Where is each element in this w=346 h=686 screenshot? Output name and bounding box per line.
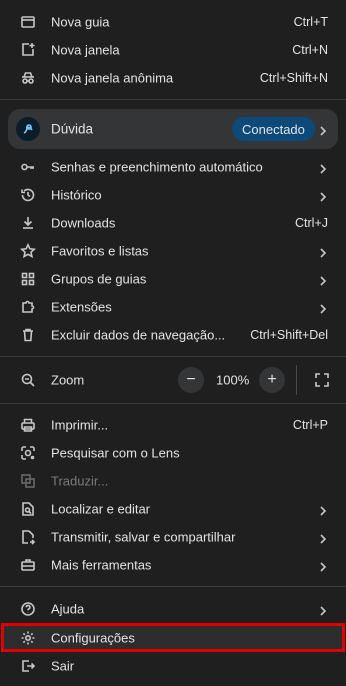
history-label: Histórico [51, 187, 102, 203]
chevron-right-icon [318, 560, 328, 572]
lens-label: Pesquisar com o Lens [51, 445, 180, 461]
zoom-value: 100% [216, 372, 250, 388]
profile-name: Dúvida [51, 121, 94, 137]
separator [0, 99, 346, 100]
print-shortcut: Ctrl+P [292, 418, 328, 432]
translate-label: Traduzir... [51, 473, 109, 489]
menu-item-zoom: Zoom − 100% + [0, 365, 346, 395]
incognito-icon [20, 70, 36, 86]
translate-icon [20, 473, 36, 489]
trash-icon [20, 327, 36, 343]
zoom-divider [296, 365, 297, 395]
find-page-icon [20, 501, 36, 517]
menu-item-tab-groups[interactable]: Grupos de guias [0, 265, 346, 293]
exit-icon [20, 658, 36, 674]
new-tab-icon [20, 14, 36, 30]
chevron-right-icon [318, 604, 328, 616]
clear-data-shortcut: Ctrl+Shift+Del [250, 328, 328, 342]
connected-badge: Conectado [232, 117, 315, 141]
extensions-label: Extensões [51, 299, 112, 315]
menu-item-print[interactable]: Imprimir... Ctrl+P [0, 411, 346, 439]
bookmarks-label: Favoritos e listas [51, 243, 149, 259]
zoom-in-button[interactable]: + [259, 367, 285, 393]
menu-item-history[interactable]: Histórico [0, 181, 346, 209]
menu-item-clear-data[interactable]: Excluir dados de navegação... Ctrl+Shift… [0, 321, 346, 349]
menu-item-translate: Traduzir... [0, 467, 346, 495]
separator [0, 356, 346, 357]
chevron-right-icon [318, 246, 328, 258]
separator [0, 403, 346, 404]
menu-item-incognito[interactable]: Nova janela anônima Ctrl+Shift+N [0, 64, 346, 92]
help-icon [20, 601, 36, 617]
star-icon [20, 243, 36, 259]
share-page-icon [20, 529, 36, 545]
chevron-right-icon [318, 124, 328, 136]
help-label: Ajuda [51, 601, 85, 617]
menu-item-new-window[interactable]: Nova janela Ctrl+N [0, 36, 346, 64]
profile-row[interactable]: Dúvida Conectado [8, 109, 338, 149]
menu-item-more-tools[interactable]: Mais ferramentas [0, 551, 346, 579]
chevron-right-icon [318, 190, 328, 202]
cast-save-share-label: Transmitir, salvar e compartilhar [51, 529, 236, 545]
chevron-right-icon [318, 162, 328, 174]
download-icon [20, 215, 36, 231]
new-tab-label: Nova guia [51, 14, 110, 30]
history-icon [20, 187, 36, 203]
gear-icon [20, 630, 36, 646]
settings-label: Configurações [51, 630, 135, 646]
menu-item-settings[interactable]: Configurações [0, 624, 346, 652]
zoom-out-button[interactable]: − [178, 367, 204, 393]
fullscreen-icon[interactable] [314, 372, 330, 388]
zoom-label: Zoom [51, 372, 85, 388]
menu-item-extensions[interactable]: Extensões [0, 293, 346, 321]
new-tab-shortcut: Ctrl+T [293, 15, 328, 29]
profile-avatar-icon [16, 117, 40, 141]
more-tools-label: Mais ferramentas [51, 557, 152, 573]
new-window-label: Nova janela [51, 42, 120, 58]
menu-item-bookmarks[interactable]: Favoritos e listas [0, 237, 346, 265]
menu-item-downloads[interactable]: Downloads Ctrl+J [0, 209, 346, 237]
new-window-shortcut: Ctrl+N [292, 43, 328, 57]
downloads-shortcut: Ctrl+J [295, 216, 328, 230]
menu-item-cast-save-share[interactable]: Transmitir, salvar e compartilhar [0, 523, 346, 551]
new-window-icon [20, 42, 36, 58]
passwords-label: Senhas e preenchimento automático [51, 159, 263, 175]
menu-item-exit[interactable]: Sair [0, 652, 346, 680]
print-label: Imprimir... [51, 417, 109, 433]
menu-item-lens[interactable]: Pesquisar com o Lens [0, 439, 346, 467]
key-icon [20, 159, 36, 175]
printer-icon [20, 417, 36, 433]
zoom-icon [20, 372, 36, 388]
find-edit-label: Localizar e editar [51, 501, 150, 517]
grid-icon [20, 271, 36, 287]
clear-data-label: Excluir dados de navegação... [51, 327, 226, 343]
menu-item-find-edit[interactable]: Localizar e editar [0, 495, 346, 523]
puzzle-icon [20, 299, 36, 315]
menu-item-new-tab[interactable]: Nova guia Ctrl+T [0, 8, 346, 36]
lens-icon [20, 445, 36, 461]
chevron-right-icon [318, 302, 328, 314]
incognito-label: Nova janela anônima [51, 70, 174, 86]
menu-item-help[interactable]: Ajuda [0, 595, 346, 623]
exit-label: Sair [51, 658, 75, 674]
chevron-right-icon [318, 274, 328, 286]
chevron-right-icon [318, 504, 328, 516]
incognito-shortcut: Ctrl+Shift+N [259, 71, 328, 85]
menu-item-passwords[interactable]: Senhas e preenchimento automático [0, 153, 346, 181]
tab-groups-label: Grupos de guias [51, 271, 147, 287]
downloads-label: Downloads [51, 215, 116, 231]
toolbox-icon [20, 557, 36, 573]
chevron-right-icon [318, 532, 328, 544]
separator [0, 586, 346, 587]
